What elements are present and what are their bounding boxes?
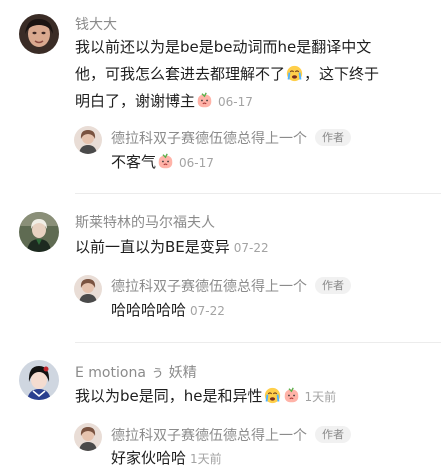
comment-username[interactable]: 斯莱特林的马尔福夫人 [75,212,215,232]
peach-emoji-icon [157,153,174,170]
reply-time: 06-17 [179,156,214,170]
comment-text: 我以前还以为是be是be动词而he是翻译中文 他，可我怎么套进去都理解不了 ，这下… [75,38,380,110]
reply-text: 哈哈哈哈哈 07-22 [111,301,225,319]
reply-username[interactable]: 德拉科双子赛德伍德总得上一个 作者 [111,425,351,445]
reply-text: 不客气 06-17 [111,153,214,171]
crying-emoji-icon [286,65,303,82]
avatar[interactable] [19,14,59,54]
author-avatar[interactable] [74,275,102,303]
peach-emoji-icon [196,92,213,109]
author-badge: 作者 [315,129,351,146]
author-avatar[interactable] [74,423,102,451]
author-avatar[interactable] [74,126,102,154]
comment-text: 以前一直以为BE是变异 07-22 [75,238,269,256]
author-badge: 作者 [315,426,351,443]
avatar[interactable] [19,360,59,400]
reply-time: 07-22 [190,304,225,318]
comment-text: 我以为be是同，he是和异性 1天前 [75,387,337,405]
divider [75,342,441,343]
comment-username[interactable]: E motiona ぅ 妖精 [75,362,197,382]
comment-username[interactable]: 钱大大 [75,14,117,34]
reply-time: 1天前 [190,452,222,466]
reply-username[interactable]: 德拉科双子赛德伍德总得上一个 作者 [111,128,351,148]
comment-time: 07-22 [233,241,269,255]
comment-time: 1天前 [304,390,337,404]
divider [75,193,441,194]
reply-username[interactable]: 德拉科双子赛德伍德总得上一个 作者 [111,276,351,296]
peach-emoji-icon [283,387,300,404]
reply-text: 好家伙哈哈 1天前 [111,449,222,467]
author-badge: 作者 [315,277,351,294]
comment-time: 06-17 [218,95,253,109]
crying-emoji-icon [264,387,281,404]
avatar[interactable] [19,212,59,252]
